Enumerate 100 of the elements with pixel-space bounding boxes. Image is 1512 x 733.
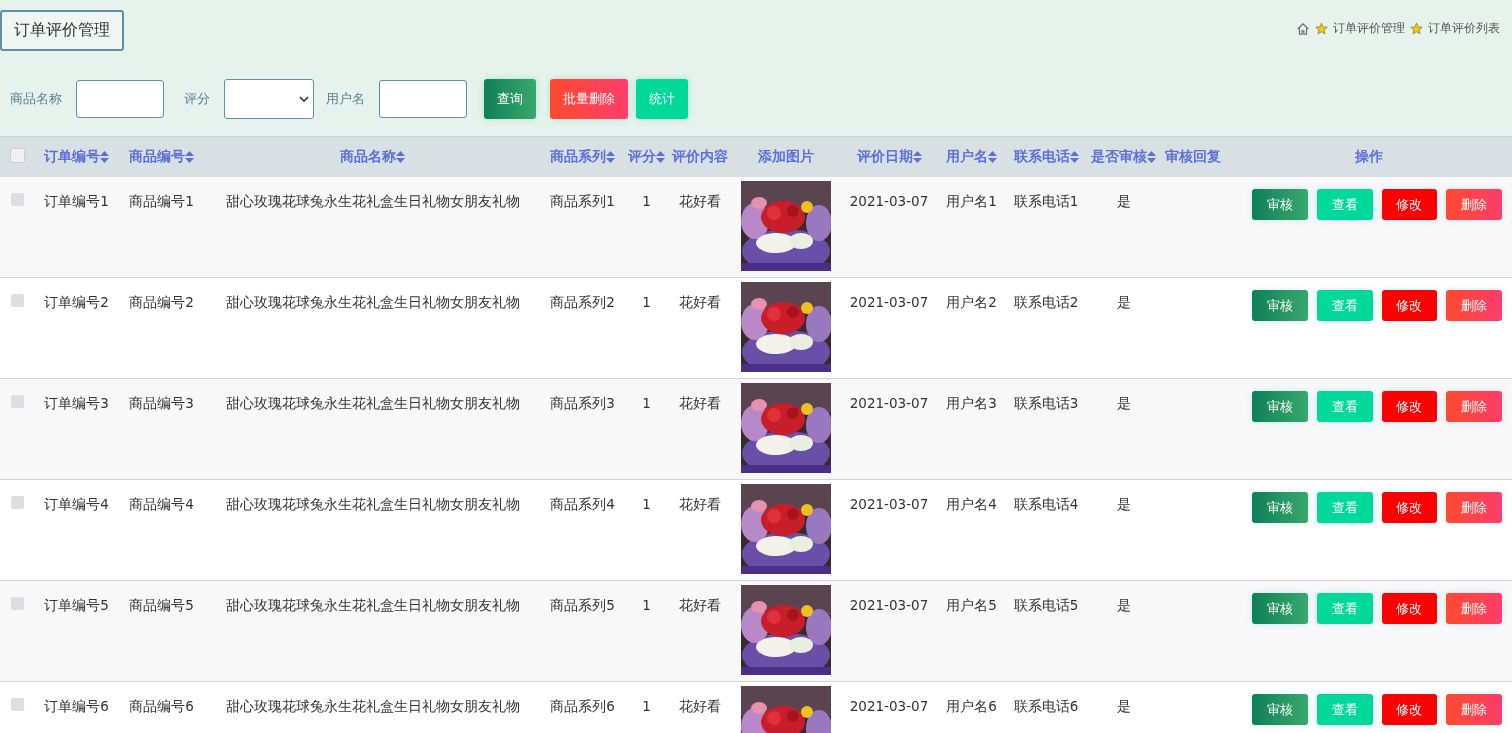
table-cell: 商品编号2 [129, 294, 194, 310]
table-cell: 甜心玫瑰花球兔永生花礼盒生日礼物女朋友礼物 [225, 193, 520, 209]
field-label: 用户名 [326, 90, 365, 108]
sort-icon[interactable] [1147, 151, 1156, 163]
home-icon[interactable] [1296, 21, 1310, 36]
table-cell: 商品系列3 [550, 395, 615, 411]
table-cell: 是 [1116, 294, 1131, 310]
table-cell: 联系电话1 [1013, 193, 1079, 209]
sort-icon[interactable] [185, 151, 194, 163]
view-button[interactable]: 查看 [1316, 492, 1373, 523]
field-label: 评分 [184, 90, 210, 108]
review-button[interactable]: 审核 [1251, 593, 1308, 624]
breadcrumb-link[interactable]: 订单评价管理 [1333, 20, 1405, 37]
stats-button[interactable]: 统计 [636, 79, 688, 119]
table-cell: 用户名6 [946, 698, 997, 714]
table-cell: 用户名3 [946, 395, 997, 411]
table-cell: 花好看 [679, 597, 721, 613]
search-button[interactable]: 查询 [484, 79, 536, 119]
table-cell: 订单编号2 [44, 294, 109, 310]
review-button[interactable]: 审核 [1251, 391, 1308, 422]
delete-button[interactable]: 删除 [1445, 593, 1502, 624]
checkbox[interactable] [11, 395, 24, 408]
table-cell: 是 [1116, 496, 1131, 512]
table-cell: 用户名5 [946, 597, 997, 613]
batch-delete-button[interactable]: 批量删除 [550, 79, 628, 119]
review-button[interactable]: 审核 [1251, 290, 1308, 321]
checkbox[interactable] [10, 148, 25, 163]
table-cell: 是 [1116, 698, 1131, 714]
table-cell: 花好看 [679, 193, 721, 209]
star-icon [1315, 22, 1328, 35]
sort-icon[interactable] [396, 151, 405, 163]
column-header: 添加图片 [758, 148, 814, 166]
table-cell: 1 [642, 294, 651, 310]
column-header: 操作 [1354, 148, 1383, 166]
view-button[interactable]: 查看 [1316, 694, 1373, 725]
table-cell: 商品系列6 [550, 698, 615, 714]
rating-select[interactable] [224, 79, 314, 119]
view-button[interactable]: 查看 [1316, 593, 1373, 624]
review-button[interactable]: 审核 [1251, 492, 1308, 523]
delete-button[interactable]: 删除 [1445, 290, 1502, 321]
table-cell: 花好看 [679, 294, 721, 310]
delete-button[interactable]: 删除 [1445, 391, 1502, 422]
checkbox[interactable] [11, 496, 24, 509]
view-button[interactable]: 查看 [1316, 290, 1373, 321]
edit-button[interactable]: 修改 [1381, 391, 1437, 422]
table-cell: 1 [642, 193, 651, 209]
delete-button[interactable]: 删除 [1445, 694, 1502, 725]
star-icon [1410, 22, 1423, 35]
sort-icon[interactable] [656, 151, 665, 163]
table-cell: 是 [1116, 597, 1131, 613]
sort-icon[interactable] [100, 151, 109, 163]
table-cell: 1 [642, 597, 651, 613]
edit-button[interactable]: 修改 [1381, 593, 1437, 624]
table-cell: 商品系列1 [550, 193, 615, 209]
edit-button[interactable]: 修改 [1381, 694, 1437, 725]
review-button[interactable]: 审核 [1251, 189, 1308, 220]
table-cell: 2021-03-07 [849, 597, 929, 613]
table-cell: 花好看 [679, 496, 721, 512]
checkbox[interactable] [11, 193, 24, 206]
column-header: 评价内容 [672, 148, 728, 166]
delete-button[interactable]: 删除 [1445, 492, 1502, 523]
table-cell: 2021-03-07 [849, 294, 929, 310]
edit-button[interactable]: 修改 [1381, 492, 1437, 523]
edit-button[interactable]: 修改 [1381, 290, 1437, 321]
sort-icon[interactable] [988, 151, 997, 163]
table-cell: 2021-03-07 [849, 395, 929, 411]
table-cell: 联系电话6 [1013, 698, 1079, 714]
table-cell: 甜心玫瑰花球兔永生花礼盒生日礼物女朋友礼物 [225, 496, 520, 512]
input-field[interactable] [379, 80, 467, 118]
table-cell: 花好看 [679, 698, 721, 714]
table-cell: 联系电话5 [1013, 597, 1079, 613]
view-button[interactable]: 查看 [1316, 189, 1373, 220]
table-cell: 甜心玫瑰花球兔永生花礼盒生日礼物女朋友礼物 [225, 395, 520, 411]
table-cell: 商品系列5 [550, 597, 615, 613]
sort-icon[interactable] [606, 151, 615, 163]
checkbox[interactable] [11, 698, 24, 711]
breadcrumb-link[interactable]: 订单评价列表 [1428, 20, 1500, 37]
sort-icon[interactable] [912, 151, 922, 163]
edit-button[interactable]: 修改 [1381, 189, 1437, 220]
table-cell: 2021-03-07 [849, 193, 929, 209]
table-cell: 1 [642, 496, 651, 512]
input-field[interactable] [76, 80, 164, 118]
table-cell: 订单编号6 [44, 698, 109, 714]
page-title: 订单评价管理 [0, 10, 124, 51]
sort-icon[interactable] [1069, 151, 1079, 163]
table-cell: 是 [1116, 395, 1131, 411]
chevron-icon [299, 95, 309, 103]
table-cell: 联系电话4 [1013, 496, 1079, 512]
review-button[interactable]: 审核 [1251, 694, 1308, 725]
delete-button[interactable]: 删除 [1445, 189, 1502, 220]
table-cell: 花好看 [679, 395, 721, 411]
checkbox[interactable] [11, 294, 24, 307]
view-button[interactable]: 查看 [1316, 391, 1373, 422]
table-cell: 联系电话2 [1013, 294, 1079, 310]
column-header[interactable]: 商品名称 [340, 148, 396, 166]
checkbox[interactable] [11, 597, 24, 610]
table-cell: 订单编号4 [44, 496, 109, 512]
table-cell: 商品编号6 [129, 698, 194, 714]
table-cell: 是 [1116, 193, 1131, 209]
table-cell: 用户名1 [946, 193, 997, 209]
